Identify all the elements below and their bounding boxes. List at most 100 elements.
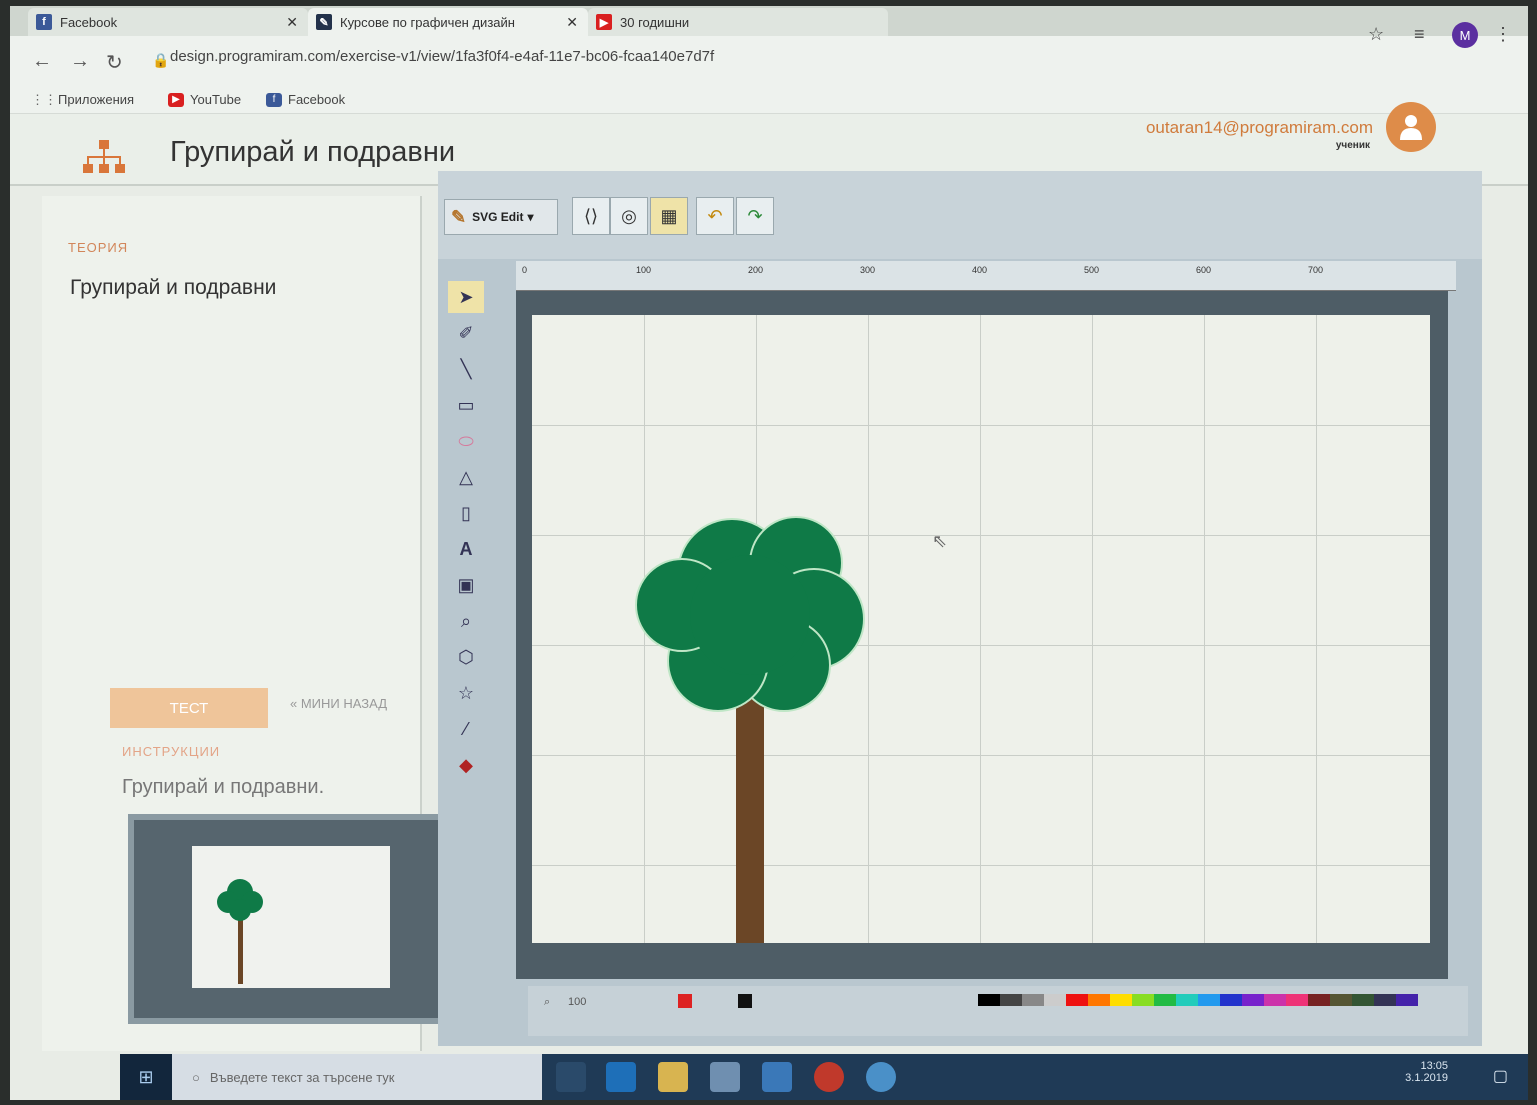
chrome-icon[interactable] [866, 1062, 896, 1092]
editor-status-bar: ⌕ 100 [528, 986, 1468, 1036]
menu-icon[interactable]: ⋮ [1494, 24, 1512, 45]
fill-tool-icon[interactable]: ◆ [448, 749, 484, 781]
path-tool-icon[interactable]: △ [448, 461, 484, 493]
youtube-icon: ▶ [596, 14, 612, 30]
tab-label: 30 годишни [620, 14, 690, 30]
youtube-icon: ▶ [168, 92, 184, 107]
opera-icon[interactable] [814, 1062, 844, 1092]
instructions-text: Групирай и подравни. [122, 776, 325, 798]
instructions-label: ИНСТРУКЦИИ [122, 744, 221, 759]
clock-date: 3.1.2019 [1405, 1072, 1448, 1084]
editor-menu-label: SVG Edit [472, 210, 524, 224]
wireframe-button[interactable]: ◎ [610, 197, 648, 235]
star-icon[interactable]: ☆ [1368, 24, 1384, 45]
drawing-canvas[interactable]: ⇖ [532, 315, 1430, 943]
wireframe-icon: ◎ [621, 205, 637, 226]
work-area[interactable]: ⇖ [516, 291, 1448, 979]
store-icon[interactable] [710, 1062, 740, 1092]
profile-avatar[interactable]: M [1452, 22, 1478, 48]
bookmark-apps[interactable]: ⋮⋮ Приложения [31, 92, 135, 108]
zoom-level[interactable]: 100 [568, 996, 586, 1008]
close-icon[interactable]: ✕ [286, 14, 298, 31]
clock-time: 13:05 [1420, 1060, 1448, 1072]
ruler-tick: 700 [1308, 265, 1324, 275]
bookmarks-bar: ⋮⋮ Приложения ▶ YouTube f Facebook [10, 86, 1528, 114]
preview-tree [217, 879, 263, 984]
windows-taskbar: ⊞ ○ Въведете текст за търсене тук 13:05 … [120, 1054, 1528, 1100]
example-preview [128, 814, 448, 1024]
image-tool-icon[interactable]: ▯ [448, 497, 484, 529]
taskbar-search[interactable]: ○ Въведете текст за търсене тук [172, 1054, 542, 1100]
reload-icon[interactable]: ↻ [106, 50, 123, 75]
url-field[interactable]: design.programiram.com/exercise-v1/view/… [170, 48, 714, 65]
tab-bar: f Facebook ✕ ✎ Курсове по графичен дизай… [10, 6, 1528, 36]
back-link[interactable]: « МИНИ НАЗАД [290, 696, 387, 711]
search-placeholder: Въведете текст за търсене тук [209, 1069, 395, 1085]
fill-color-swatch[interactable] [678, 994, 692, 1008]
pencil-tool-icon[interactable]: ✐ [448, 317, 484, 349]
theory-title: Групирай и подравни [70, 276, 277, 299]
caret-down-icon: ▾ [527, 210, 534, 224]
tab-youtube[interactable]: ▶ 30 годишни [588, 8, 888, 36]
redo-icon: ↷ [747, 205, 763, 226]
redo-button[interactable]: ↷ [736, 197, 774, 235]
user-email[interactable]: outaran14@programiram.com [1146, 118, 1373, 138]
image-insert-icon[interactable]: ▣ [448, 569, 484, 601]
bookmark-facebook[interactable]: f Facebook [266, 92, 345, 107]
bookmark-label: Facebook [288, 92, 346, 107]
mouse-cursor-icon: ⇖ [932, 531, 948, 551]
tab-courses[interactable]: ✎ Курсове по графичен дизайн ✕ [308, 8, 588, 36]
grid-button[interactable]: ▦ [650, 197, 688, 235]
bookmark-label: Приложения [58, 92, 135, 107]
edge-icon[interactable] [606, 1062, 636, 1092]
undo-icon: ↶ [707, 205, 723, 226]
tab-facebook[interactable]: f Facebook ✕ [28, 8, 308, 36]
editor-main-menu[interactable]: ✎ SVG Edit ▾ [444, 199, 558, 235]
address-bar: ← → ↻ 🔒 design.programiram.com/exercise-… [10, 22, 1528, 86]
eyedropper-icon[interactable]: ⁄ [448, 713, 484, 745]
pencil-icon: ✎ [451, 206, 467, 227]
mail-icon[interactable] [762, 1062, 792, 1092]
notification-icon[interactable]: ▢ [1493, 1066, 1508, 1086]
lock-icon: 🔒 [152, 52, 170, 68]
source-button[interactable]: ⟨⟩ [572, 197, 610, 235]
file-explorer-icon[interactable] [658, 1062, 688, 1092]
ruler-tick: 400 [972, 265, 988, 275]
ellipse-tool-icon[interactable]: ⬭ [448, 425, 484, 457]
shape-library-icon[interactable]: ⬡ [448, 641, 484, 673]
ruler-tick: 0 [522, 265, 528, 275]
preview-canvas [192, 846, 390, 988]
bookmark-label: YouTube [190, 92, 242, 107]
clock[interactable]: 13:05 3.1.2019 [1405, 1060, 1448, 1084]
color-palette[interactable] [978, 994, 1418, 1006]
media-icon[interactable]: ≡ [1414, 24, 1425, 45]
windows-icon: ⊞ [138, 1066, 154, 1087]
text-tool-icon[interactable]: A [448, 533, 484, 565]
forward-icon[interactable]: → [70, 50, 90, 73]
tree-drawing[interactable] [532, 315, 1430, 943]
task-view-icon[interactable] [556, 1062, 586, 1092]
avatar[interactable] [1386, 102, 1436, 152]
test-button[interactable]: ТЕСТ [110, 688, 268, 728]
select-tool-icon[interactable]: ➤ [448, 281, 484, 313]
close-icon[interactable]: ✕ [566, 14, 578, 31]
stroke-color-swatch[interactable] [738, 994, 752, 1008]
rect-tool-icon[interactable]: ▭ [448, 389, 484, 421]
theory-label: ТЕОРИЯ [68, 240, 129, 255]
ruler-tick: 100 [636, 265, 652, 275]
svg-editor: ✎ SVG Edit ▾ ⟨⟩ ◎ ▦ ↶ ↷ ➤ ✐ ╲ ▭ ⬭ △ ▯ A … [438, 171, 1482, 1046]
line-tool-icon[interactable]: ╲ [448, 353, 484, 385]
lesson-panel: ТЕОРИЯ Групирай и подравни ТЕСТ « МИНИ Н… [42, 196, 448, 1051]
back-icon[interactable]: ← [32, 50, 52, 73]
facebook-icon: f [36, 14, 52, 30]
undo-button[interactable]: ↶ [696, 197, 734, 235]
screen: f Facebook ✕ ✎ Курсове по графичен дизай… [10, 6, 1528, 1100]
star-tool-icon[interactable]: ☆ [448, 677, 484, 709]
ruler-tick: 300 [860, 265, 876, 275]
start-button[interactable]: ⊞ [120, 1054, 172, 1100]
tool-palette: ➤ ✐ ╲ ▭ ⬭ △ ▯ A ▣ ⌕ ⬡ ☆ ⁄ ◆ [448, 281, 492, 841]
ruler-tick: 200 [748, 265, 764, 275]
bookmark-youtube[interactable]: ▶ YouTube [168, 92, 241, 107]
zoom-tool-icon[interactable]: ⌕ [448, 605, 484, 637]
tab-label: Facebook [60, 14, 118, 30]
